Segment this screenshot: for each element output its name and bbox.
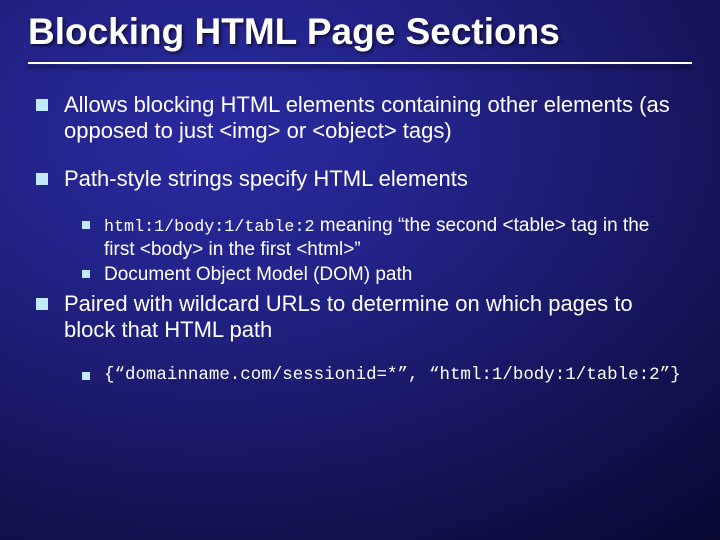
bullet-3-text: Paired with wildcard URLs to determine o… <box>64 291 684 343</box>
bullet-1-text: Allows blocking HTML elements containing… <box>64 92 684 144</box>
slide-body: Allows blocking HTML elements containing… <box>36 92 684 520</box>
bullet-3: Paired with wildcard URLs to determine o… <box>36 291 684 343</box>
square-bullet-icon <box>82 221 90 229</box>
bullet-3-sub-1: {“domainname.com/sessionid=*”, “html:1/b… <box>82 365 684 386</box>
square-bullet-icon <box>36 173 48 185</box>
bullet-2-sub-2: Document Object Model (DOM) path <box>82 263 684 286</box>
bullet-2-text: Path-style strings specify HTML elements <box>64 166 684 192</box>
title-underline <box>28 62 692 64</box>
bullet-2-sub-1: html:1/body:1/table:2 meaning “the secon… <box>82 214 684 262</box>
square-bullet-icon <box>82 270 90 278</box>
bullet-2: Path-style strings specify HTML elements <box>36 166 684 192</box>
bullet-2-sub-1-text: html:1/body:1/table:2 meaning “the secon… <box>104 214 684 262</box>
bullet-2-sub-2-text: Document Object Model (DOM) path <box>104 263 684 286</box>
slide-title: Blocking HTML Page Sections <box>28 12 692 53</box>
bullet-3-subs: {“domainname.com/sessionid=*”, “html:1/b… <box>36 365 684 386</box>
square-bullet-icon <box>36 99 48 111</box>
square-bullet-icon <box>82 372 90 380</box>
square-bullet-icon <box>36 298 48 310</box>
bullet-1: Allows blocking HTML elements containing… <box>36 92 684 144</box>
slide: Blocking HTML Page Sections Allows block… <box>0 0 720 540</box>
bullet-2-subs: html:1/body:1/table:2 meaning “the secon… <box>36 214 684 287</box>
code-path: html:1/body:1/table:2 <box>104 218 315 237</box>
bullet-3-sub-1-code: {“domainname.com/sessionid=*”, “html:1/b… <box>104 365 684 386</box>
